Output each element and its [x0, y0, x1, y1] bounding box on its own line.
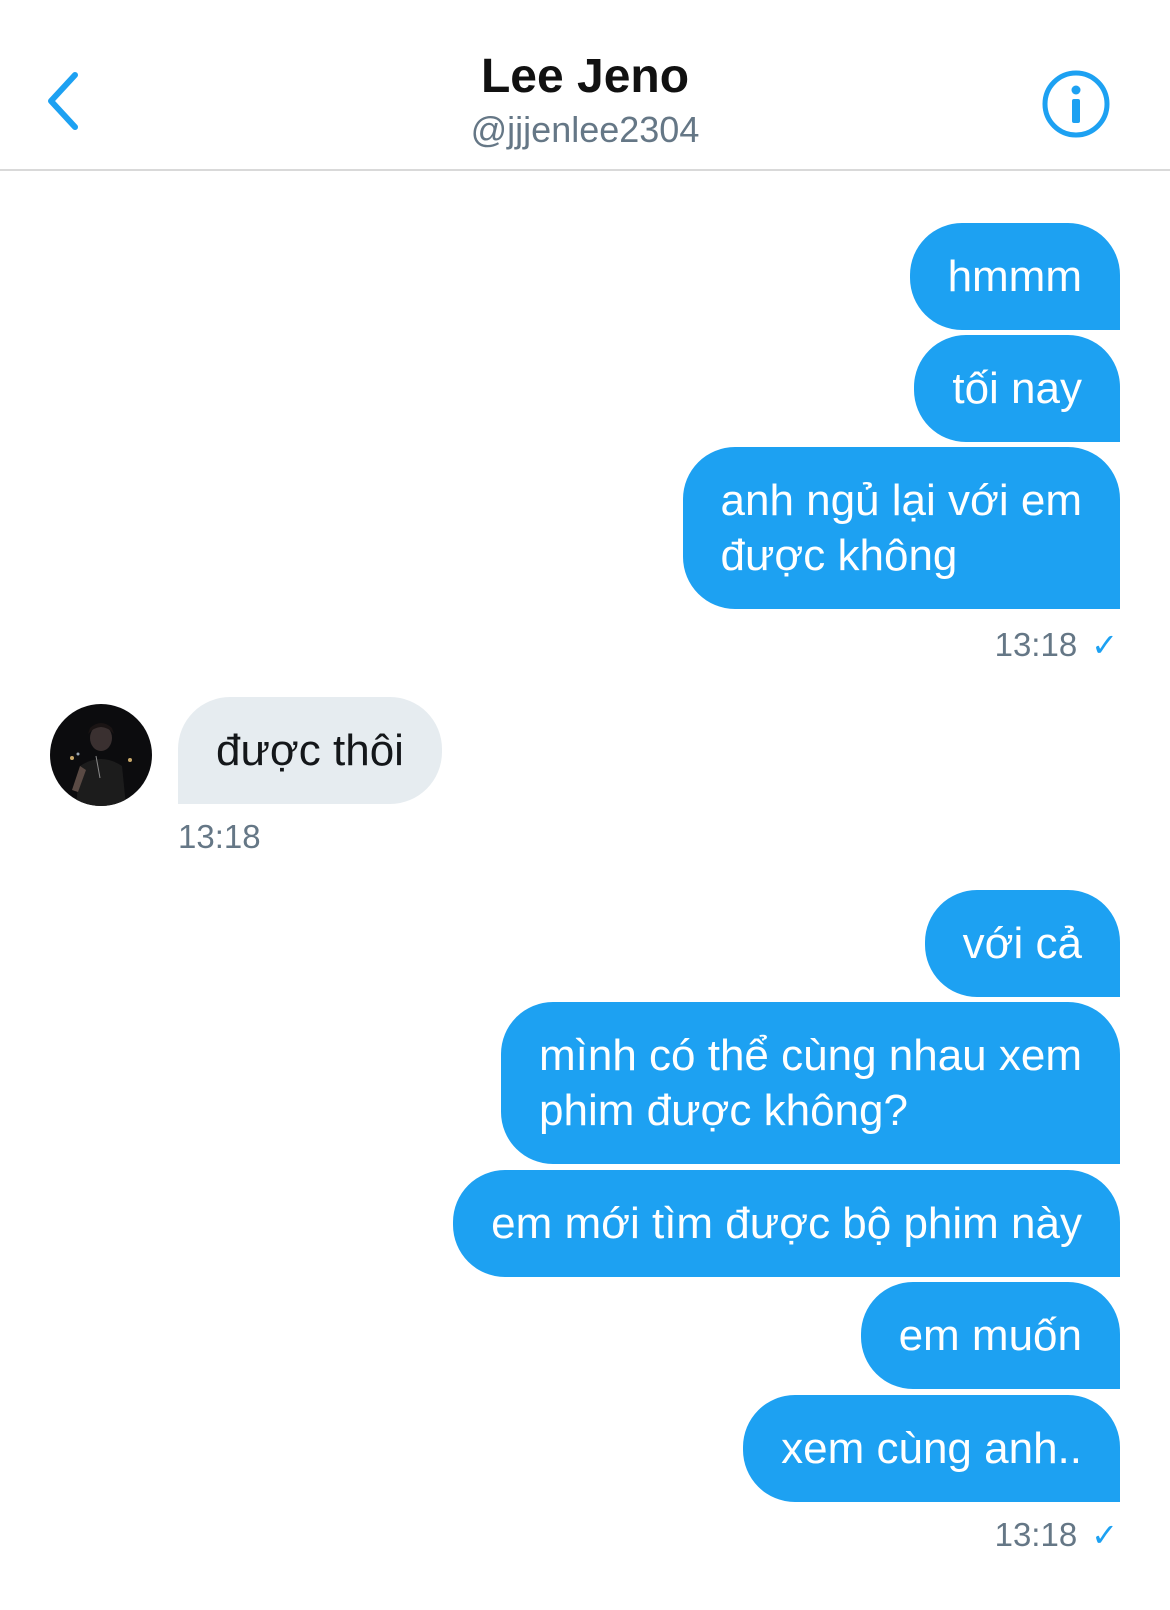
message-bubble-outgoing[interactable]: em muốn	[860, 1282, 1120, 1389]
message-bubble-outgoing[interactable]: tối nay	[914, 335, 1120, 442]
timestamp-text: 13:18	[994, 626, 1078, 663]
message-text-line: mình có thể cùng nhau xem	[539, 1031, 1082, 1080]
message-bubble-incoming[interactable]: được thôi	[178, 697, 442, 804]
message-timestamp: 13:18 ✓	[995, 1516, 1118, 1554]
message-text-line: anh ngủ lại với em	[720, 476, 1083, 525]
message-bubble-outgoing[interactable]: mình có thể cùng nhau xem phim được khôn…	[501, 1002, 1120, 1164]
contact-avatar[interactable]	[50, 704, 152, 806]
message-text: xem cùng anh..	[781, 1424, 1082, 1473]
conversation-title-block[interactable]: Lee Jeno @jjjenlee2304	[0, 48, 1170, 152]
read-check-icon: ✓	[1091, 627, 1118, 663]
message-text-line: được không	[720, 531, 958, 580]
timestamp-text: 13:18	[178, 818, 261, 855]
message-text: em mới tìm được bộ phim này	[491, 1199, 1082, 1248]
message-text: tối nay	[952, 364, 1082, 413]
message-timestamp: 13:18 ✓	[995, 626, 1118, 664]
conversation-header: Lee Jeno @jjjenlee2304	[0, 0, 1170, 171]
message-text: được thôi	[216, 726, 404, 775]
message-text: em muốn	[898, 1311, 1082, 1360]
contact-handle: @jjjenlee2304	[470, 109, 700, 150]
info-button[interactable]	[1040, 68, 1112, 140]
message-bubble-outgoing[interactable]: xem cùng anh..	[743, 1395, 1120, 1502]
message-text-line: phim được không?	[539, 1086, 908, 1135]
read-check-icon: ✓	[1091, 1517, 1118, 1553]
avatar-image	[50, 704, 152, 806]
message-timestamp: 13:18	[178, 818, 261, 856]
timestamp-text: 13:18	[994, 1516, 1078, 1553]
message-text: với cả	[962, 919, 1082, 968]
message-bubble-outgoing[interactable]: với cả	[924, 890, 1120, 997]
contact-name: Lee Jeno	[480, 50, 690, 103]
message-bubble-outgoing[interactable]: em mới tìm được bộ phim này	[453, 1170, 1120, 1277]
info-icon	[1042, 70, 1110, 138]
message-bubble-outgoing[interactable]: anh ngủ lại với em được không	[682, 447, 1120, 609]
message-text: hmmm	[947, 252, 1082, 301]
message-bubble-outgoing[interactable]: hmmm	[909, 223, 1120, 330]
